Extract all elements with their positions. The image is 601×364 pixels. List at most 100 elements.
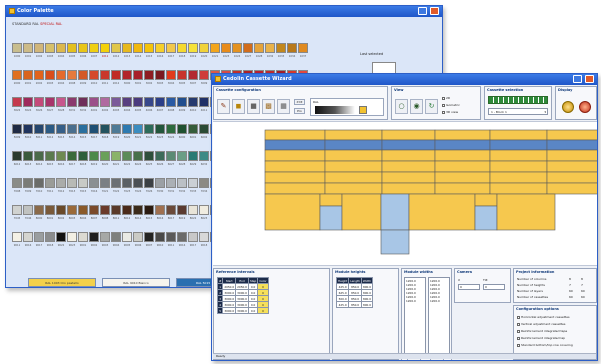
color-swatch[interactable] — [56, 97, 66, 107]
color-swatch[interactable] — [122, 43, 132, 53]
color-swatch[interactable] — [122, 124, 132, 134]
color-swatch[interactable] — [177, 43, 187, 53]
color-swatch[interactable] — [78, 70, 88, 80]
module-table[interactable]: Height Length Width 425.0 850.0 800.0 625.0 850… — [335, 277, 374, 308]
color-swatch[interactable] — [166, 124, 176, 134]
color-swatch[interactable] — [166, 97, 176, 107]
color-swatch[interactable] — [111, 178, 121, 188]
color-swatch[interactable] — [188, 178, 198, 188]
color-swatch[interactable] — [265, 43, 275, 53]
color-swatch[interactable] — [111, 43, 121, 53]
color-swatch[interactable] — [78, 151, 88, 161]
color-swatch[interactable] — [89, 232, 99, 242]
color-swatch[interactable] — [89, 70, 99, 80]
widths-list[interactable]: 1200.0 1200.0 1200.0 1200.0 1200.0 1200.0 — [404, 277, 426, 355]
table-row[interactable]: 425.0 850.0 800.0 — [335, 301, 374, 308]
color-swatch[interactable] — [133, 205, 143, 215]
color-swatch[interactable] — [45, 97, 55, 107]
camera-y-field[interactable]: 0 — [483, 284, 505, 290]
cassette-cell[interactable] — [546, 182, 598, 195]
list-item[interactable]: 1200.0 — [406, 299, 424, 303]
view-option-2[interactable]: Isometric — [442, 103, 460, 107]
color-swatch[interactable] — [78, 43, 88, 53]
color-swatch[interactable] — [111, 70, 121, 80]
color-swatch[interactable] — [155, 232, 165, 242]
color-swatch[interactable] — [45, 205, 55, 215]
color-swatch[interactable] — [155, 151, 165, 161]
color-swatch[interactable] — [56, 70, 66, 80]
color-swatch[interactable] — [34, 205, 44, 215]
table-cell[interactable]: 800.0 — [360, 301, 374, 308]
camera-x-field[interactable]: 0 — [458, 284, 480, 290]
view-option-1[interactable]: 2D — [442, 96, 450, 100]
color-swatch[interactable] — [100, 124, 110, 134]
config-option[interactable]: Vertical adjustment cassettes — [517, 322, 565, 326]
color-swatch[interactable] — [133, 97, 143, 107]
color-swatch[interactable] — [155, 124, 165, 134]
color-swatch[interactable] — [78, 124, 88, 134]
color-swatch[interactable] — [23, 124, 33, 134]
color-swatch[interactable] — [34, 97, 44, 107]
color-swatch[interactable] — [23, 43, 33, 53]
cassette-cell[interactable] — [324, 160, 383, 173]
table-cell[interactable]: 0.0 — [247, 307, 259, 314]
color-swatch[interactable] — [100, 151, 110, 161]
color-swatch[interactable] — [144, 232, 154, 242]
color-swatch[interactable] — [122, 151, 132, 161]
color-swatch[interactable] — [133, 232, 143, 242]
color-swatch[interactable] — [177, 178, 187, 188]
cassette-cell[interactable] — [341, 193, 382, 231]
color-swatch[interactable] — [111, 232, 121, 242]
color-swatch[interactable] — [67, 232, 77, 242]
cassette-cell[interactable] — [434, 149, 491, 162]
color-swatch[interactable] — [111, 151, 121, 161]
cassette-tool[interactable]: ◼ — [232, 99, 245, 114]
color-swatch[interactable] — [199, 124, 209, 134]
color-swatch[interactable] — [23, 205, 33, 215]
color-swatch[interactable] — [188, 232, 198, 242]
cassette-cell[interactable] — [264, 160, 326, 173]
color-swatch[interactable] — [144, 97, 154, 107]
color-swatch[interactable] — [122, 70, 132, 80]
color-swatch[interactable] — [100, 97, 110, 107]
cassette-gap[interactable] — [380, 193, 410, 231]
color-swatch[interactable] — [177, 205, 187, 215]
color-swatch[interactable] — [144, 151, 154, 161]
color-swatch[interactable] — [56, 205, 66, 215]
checkbox-icon[interactable] — [517, 315, 520, 319]
cassette-cell[interactable] — [324, 171, 383, 184]
trash-tool[interactable]: ▦ — [277, 99, 290, 114]
color-swatch[interactable] — [232, 43, 242, 53]
color-swatch[interactable] — [34, 70, 44, 80]
color-swatch[interactable] — [155, 43, 165, 53]
color-swatch[interactable] — [12, 151, 22, 161]
color-swatch[interactable] — [287, 43, 297, 53]
color-swatch[interactable] — [34, 151, 44, 161]
palette-titlebar[interactable]: Color Palette — [6, 6, 442, 17]
table-row[interactable]: 5 3000.0 3000.0 0.0 0 — [216, 307, 269, 314]
color-swatch[interactable] — [12, 178, 22, 188]
wizard-close-button[interactable] — [585, 75, 594, 83]
color-swatch[interactable] — [166, 43, 176, 53]
color-swatch[interactable] — [56, 151, 66, 161]
cassette-cell[interactable] — [489, 182, 548, 195]
color-swatch[interactable] — [67, 124, 77, 134]
cassette-gap[interactable] — [319, 205, 343, 231]
cassette-cell[interactable] — [546, 139, 598, 151]
color-swatch[interactable] — [188, 151, 198, 161]
color-swatch[interactable] — [12, 205, 22, 215]
table-cell[interactable]: 850.0 — [348, 301, 362, 308]
color-swatch[interactable] — [144, 178, 154, 188]
color-swatch[interactable] — [56, 178, 66, 188]
color-swatch[interactable] — [221, 43, 231, 53]
checkbox-icon[interactable] — [517, 322, 520, 326]
color-swatch[interactable] — [12, 43, 22, 53]
table-cell[interactable]: 3000.0 — [235, 307, 249, 314]
color-swatch[interactable] — [188, 124, 198, 134]
clipboard-tool[interactable]: ▩ — [262, 99, 275, 114]
color-swatch[interactable] — [67, 178, 77, 188]
cassette-cell[interactable] — [381, 139, 436, 151]
color-swatch[interactable] — [45, 232, 55, 242]
color-swatch[interactable] — [177, 70, 187, 80]
view-option-3[interactable]: 3D view — [442, 110, 458, 114]
